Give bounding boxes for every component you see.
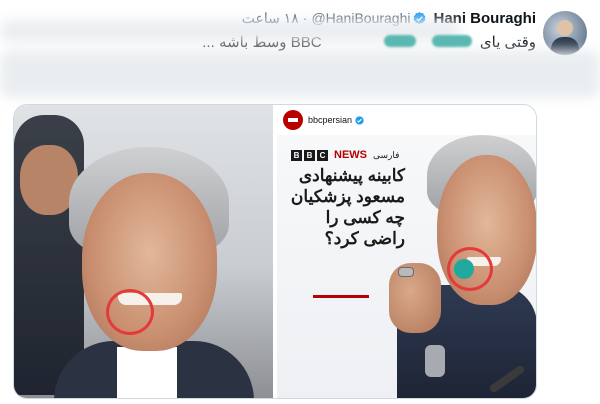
bbc-brand-row: B B C NEWS فارسی xyxy=(291,149,399,161)
user-avatar[interactable] xyxy=(543,11,587,55)
ring xyxy=(398,267,414,277)
instagram-header: bbcpersian xyxy=(277,105,536,135)
instagram-post: B B C NEWS فارسی کابینه پیشنهادی مسعود پ… xyxy=(277,135,536,398)
photo-left[interactable] xyxy=(14,105,273,398)
avatar-face xyxy=(557,20,573,36)
headline-underline xyxy=(313,295,369,298)
shirt-collar xyxy=(117,347,177,398)
tweet-media[interactable]: bbcpersian B B C NEWS فارسی کابینه پیشنه… xyxy=(13,104,537,399)
tweet-card: ۱۸ ساعت · @HaniBouraghi Hani Bouraghi وق… xyxy=(0,0,600,404)
instagram-account-name: bbcpersian xyxy=(308,115,353,125)
bbc-logo-icon xyxy=(283,110,303,130)
bbc-letter-b2: B xyxy=(304,149,315,161)
highlight-circle xyxy=(447,247,493,291)
wristwatch xyxy=(425,345,445,377)
bbc-letter-b1: B xyxy=(291,149,302,161)
language-label: فارسی xyxy=(373,149,400,160)
redaction-teal xyxy=(384,35,416,47)
post-headline: کابینه پیشنهادی مسعود پزشکیان چه کسی را … xyxy=(290,166,405,248)
redaction-blur xyxy=(0,50,600,98)
redaction-teal xyxy=(432,35,472,47)
tweet-text-start: وقتی یای xyxy=(479,34,536,51)
verified-badge-icon xyxy=(355,115,364,125)
news-label: NEWS xyxy=(334,149,367,161)
highlight-circle xyxy=(106,289,154,335)
photo-right-instagram[interactable]: bbcpersian B B C NEWS فارسی کابینه پیشنه… xyxy=(277,105,536,398)
fist xyxy=(389,263,441,333)
bbc-letter-c: C xyxy=(317,149,328,161)
